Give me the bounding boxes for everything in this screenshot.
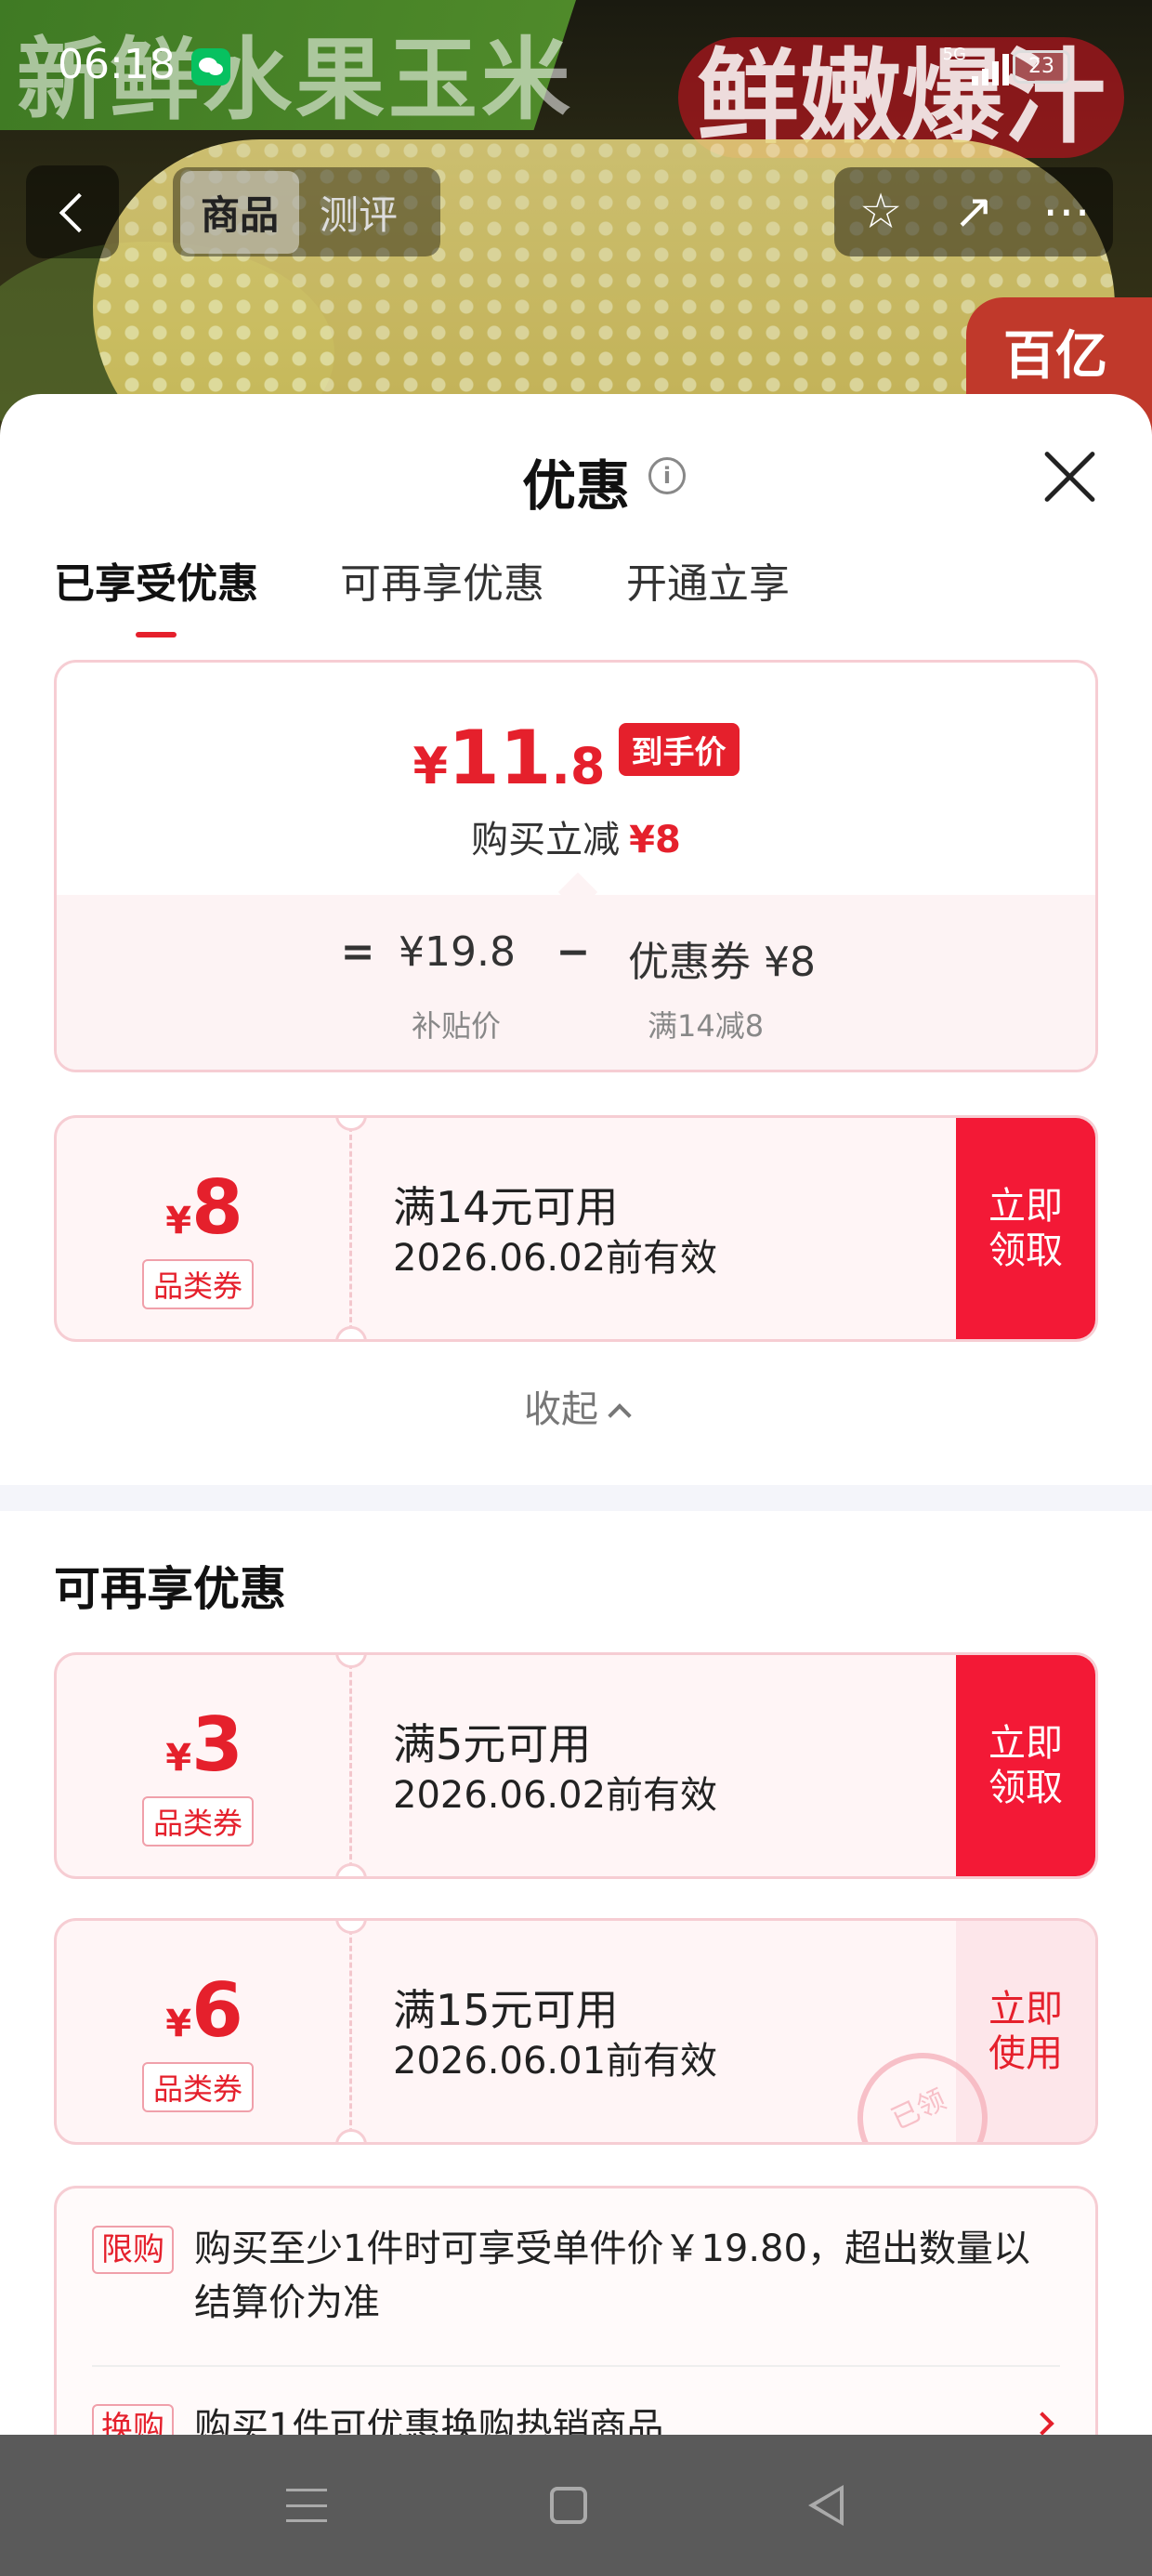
corner-badge-text: 百亿 (1003, 326, 1107, 387)
coupon-type-badge: 品类券 (142, 1259, 255, 1309)
price-summary-card: ¥11.8 到手价 购买立减 ¥8 = ¥19.8 − 优惠券 ¥8 补贴价 满14… (54, 660, 1098, 1072)
discount-summary: 购买立减 ¥8 (57, 809, 1095, 863)
status-bar: 06:18 5G 23 (0, 0, 1152, 130)
claim-coupon-button[interactable]: 立即领取 (956, 1118, 1095, 1339)
collapse-button[interactable]: 收起 (0, 1379, 1152, 1433)
tab-more-discounts[interactable]: 可再享优惠 (340, 550, 544, 637)
tab-review[interactable]: 测评 (299, 171, 418, 254)
claim-coupon-button[interactable]: 立即领取 (956, 1655, 1095, 1876)
back-button[interactable] (26, 165, 119, 258)
price-integer: 11 (448, 715, 552, 801)
price-currency: ¥ (412, 737, 449, 795)
formula-coupon: 优惠券 ¥8 (628, 939, 816, 986)
final-price: ¥11.8 到手价 (57, 715, 1095, 801)
coupon-currency: ¥ (165, 2003, 192, 2045)
discount-sheet: 优惠 i 已享受优惠 可再享优惠 开通立享 ¥11.8 到手价 购买立减 ¥8 = … (0, 394, 1152, 2435)
purchase-rules: 限购 购买至少1件时可享受单件价￥19.80，超出数量以结算价为准 换购 购买1… (54, 2186, 1098, 2435)
coupon-type-badge: 品类券 (142, 2062, 255, 2112)
wechat-icon (191, 48, 230, 85)
product-tab-bar: 商品 测评 (173, 167, 440, 256)
tab-enjoyed-discounts[interactable]: 已享受优惠 (54, 550, 258, 637)
network-label: 5G (942, 45, 966, 64)
coupon-condition: 满5元可用 (393, 1719, 592, 1769)
coupon-condition: 满15元可用 (393, 1985, 619, 2035)
coupon-value: 8 (191, 1164, 243, 1251)
coupon-currency: ¥ (165, 1737, 192, 1780)
share-icon[interactable]: ↗ (936, 184, 1011, 240)
status-time: 06:18 (58, 41, 176, 88)
back-triangle-icon[interactable] (808, 2485, 844, 2526)
system-nav-bar (0, 2435, 1152, 2576)
formula-base-price: ¥19.8 (399, 928, 516, 976)
coupon-amount: ¥6 (57, 1967, 352, 2054)
coupon-type-badge: 品类券 (142, 1796, 255, 1847)
coupon-expiry: 2026.06.02前有效 (393, 1774, 718, 1817)
rule-tag: 限购 (92, 2226, 174, 2274)
rule-row[interactable]: 换购 购买1件可优惠换购热销商品 (92, 2400, 1060, 2435)
close-icon[interactable] (1041, 448, 1098, 506)
coupon-currency: ¥ (165, 1200, 192, 1242)
battery-icon: 23 (1013, 50, 1070, 84)
price-decimal: .8 (551, 737, 606, 795)
more-icon[interactable]: ⋯ (1029, 184, 1104, 240)
chevron-up-icon (608, 1403, 632, 1427)
formula-equals: = (340, 928, 375, 976)
collapse-label: 收起 (524, 1388, 598, 1431)
tab-activate-discounts[interactable]: 开通立享 (626, 550, 790, 637)
formula-base-label: 补贴价 (412, 1008, 502, 1044)
final-price-tag: 到手价 (618, 723, 740, 776)
discount-tabs: 已享受优惠 可再享优惠 开通立享 (54, 550, 790, 637)
sheet-title: 优惠 (521, 454, 630, 518)
rule-text: 购买至少1件时可享受单件价￥19.80，超出数量以结算价为准 (194, 2228, 1030, 2324)
discount-summary-amount: ¥8 (629, 819, 681, 861)
coupon-card: ¥8 品类券 满14元可用 2026.06.02前有效 立即领取 (54, 1115, 1098, 1342)
coupon-value: 6 (191, 1967, 243, 2054)
coupon-card: ¥3 品类券 满5元可用 2026.06.02前有效 立即领取 (54, 1652, 1098, 1879)
home-icon[interactable] (550, 2487, 587, 2524)
nav-actions: ☆ ↗ ⋯ (834, 167, 1113, 256)
formula-minus: − (556, 928, 591, 976)
coupon-card: ¥6 品类券 满15元可用 2026.06.01前有效 立即使用 已领 (54, 1918, 1098, 2145)
coupon-value: 3 (191, 1702, 243, 1788)
info-icon[interactable]: i (648, 457, 686, 494)
discount-summary-label: 购买立减 (471, 819, 621, 861)
price-formula: = ¥19.8 − 优惠券 ¥8 补贴价 满14减8 (57, 895, 1095, 1070)
more-discounts-title: 可再享优惠 (54, 1562, 286, 1616)
coupon-condition: 满14元可用 (393, 1182, 619, 1232)
signal-icon (972, 48, 1013, 85)
coupon-amount: ¥3 (57, 1702, 352, 1788)
tab-product[interactable]: 商品 (180, 170, 300, 254)
rule-text: 购买1件可优惠换购热销商品 (194, 2406, 664, 2435)
rule-row: 限购 购买至少1件时可享受单件价￥19.80，超出数量以结算价为准 (92, 2222, 1060, 2330)
menu-icon[interactable] (286, 2489, 327, 2522)
formula-coupon-label: 满14减8 (648, 1008, 765, 1044)
rule-tag: 换购 (92, 2404, 174, 2435)
coupon-expiry: 2026.06.01前有效 (393, 2040, 718, 2083)
coupon-expiry: 2026.06.02前有效 (393, 1237, 718, 1280)
favorite-star-icon[interactable]: ☆ (844, 184, 918, 240)
section-divider (0, 1485, 1152, 1511)
coupon-amount: ¥8 (57, 1164, 352, 1251)
